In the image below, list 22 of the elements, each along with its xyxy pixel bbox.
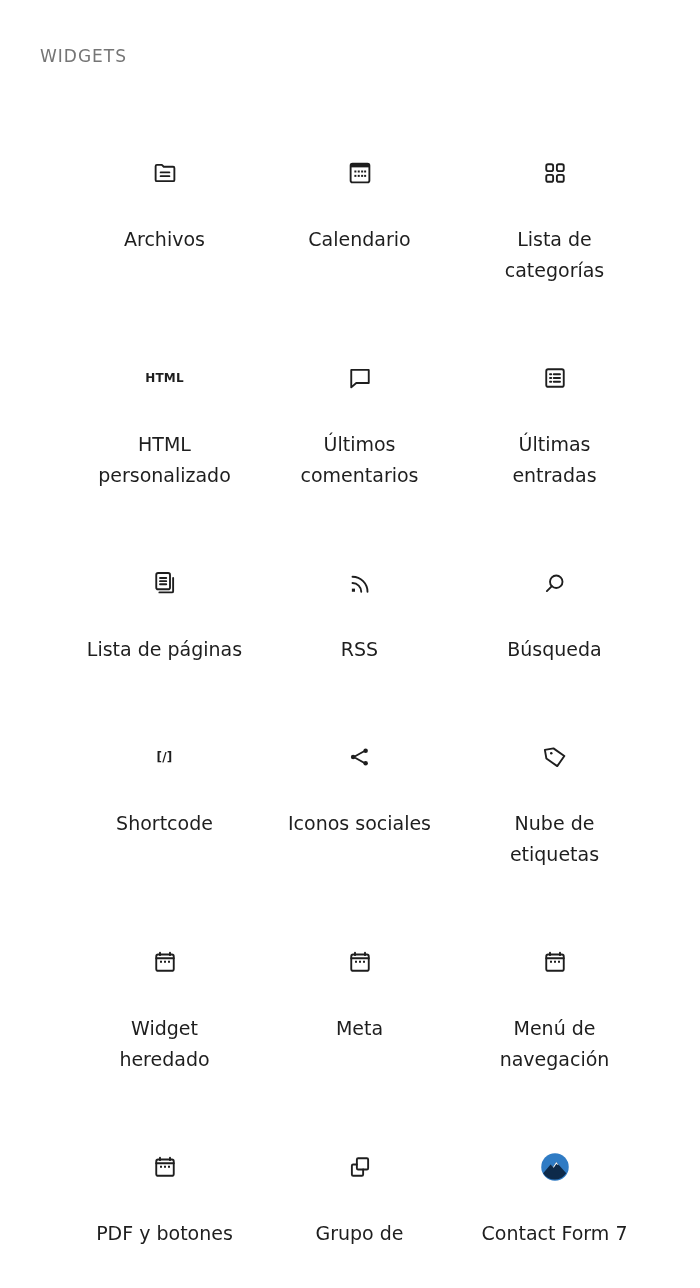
widget-button[interactable]: Últimas entradas xyxy=(508,429,601,491)
widget-button[interactable]: Grupo de xyxy=(311,1218,408,1249)
icon-label: [/] xyxy=(156,750,173,764)
widget-button[interactable]: Búsqueda xyxy=(503,634,606,665)
widget-button[interactable]: Lista de categorías xyxy=(500,224,609,286)
icon-label: HTML xyxy=(145,371,184,385)
widget-button[interactable]: RSS xyxy=(336,634,383,665)
widget-button[interactable]: Contact Form 7 xyxy=(477,1218,632,1249)
widget-button[interactable]: HTML personalizado xyxy=(94,429,235,491)
widget-button[interactable]: Menú de navegación xyxy=(495,1013,614,1075)
widget-button[interactable]: Calendario xyxy=(304,224,415,255)
widget-button[interactable]: Nube de etiquetas xyxy=(505,808,604,870)
widget-button[interactable]: Widget heredado xyxy=(115,1013,214,1075)
widget-button[interactable]: Iconos sociales xyxy=(283,808,435,839)
widget-button[interactable]: PDF y botones xyxy=(92,1218,237,1249)
widget-button[interactable]: Archivos xyxy=(120,224,209,255)
widget-button[interactable]: Meta xyxy=(331,1013,388,1044)
widget-button[interactable]: Lista de páginas xyxy=(82,634,247,665)
mountain-logo-icon xyxy=(539,1152,570,1182)
section-heading: WIDGETS xyxy=(40,46,127,66)
widget-button[interactable]: Últimos comentarios xyxy=(296,429,423,491)
widget-button[interactable]: Shortcode xyxy=(112,808,217,839)
